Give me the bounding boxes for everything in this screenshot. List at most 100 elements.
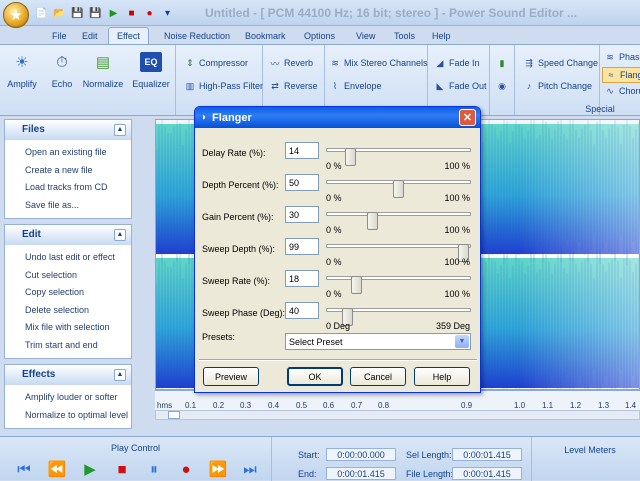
sweep-rate-input[interactable]: 18 — [285, 270, 319, 287]
gain-percent-slider[interactable] — [326, 212, 471, 230]
sidebar-item-trim[interactable]: Trim start and end — [25, 337, 131, 355]
ribbon-tabs: File Edit Effect Noise Reduction Bookmar… — [0, 26, 640, 44]
chevron-down-icon[interactable]: ▼ — [455, 335, 469, 348]
play-icon[interactable]: ▶ — [80, 459, 100, 479]
echo-icon: ⏱ — [56, 53, 68, 71]
compressor-icon: ⇕ — [186, 57, 194, 68]
noise-button[interactable]: ◉ — [496, 80, 508, 92]
envelope-button[interactable]: ⌇ Envelope — [329, 80, 382, 92]
fade-out-icon: ◣ — [436, 80, 444, 91]
pause-icon[interactable]: ⏸ — [144, 459, 164, 479]
ruler-tick: 1.4 — [625, 401, 637, 410]
preview-button[interactable]: Preview — [203, 367, 259, 386]
slider-thumb[interactable] — [350, 276, 362, 294]
tab-tools[interactable]: Tools — [386, 27, 423, 44]
sidebar-item-delete[interactable]: Delete selection — [25, 302, 131, 320]
range-min: 0 % — [326, 225, 342, 235]
ok-button[interactable]: OK — [287, 367, 343, 386]
close-icon[interactable]: ✕ — [459, 109, 476, 126]
collapse-icon[interactable]: ▲ — [114, 228, 126, 241]
sidebar-item-undo[interactable]: Undo last edit or effect — [25, 249, 131, 267]
sweep-rate-slider[interactable] — [326, 276, 471, 294]
sweep-depth-slider[interactable] — [326, 244, 471, 262]
save-icon[interactable]: 💾 — [70, 6, 85, 20]
normalize-button[interactable]: ▤ Normalize — [82, 49, 124, 89]
collapse-icon[interactable]: ▲ — [114, 123, 126, 136]
dialog-title-bar[interactable]: ◗ Flanger — [195, 107, 480, 128]
reverb-button[interactable]: 〰 Reverb — [269, 57, 313, 69]
sidebar-item-mix[interactable]: Mix file with selection — [25, 319, 131, 337]
presets-select[interactable]: Select Preset ▼ — [285, 333, 471, 350]
sidebar-item-save-as[interactable]: Save file as... — [25, 197, 131, 215]
insert-silence-button[interactable]: ▮ — [496, 57, 508, 69]
compressor-label: Compressor — [199, 58, 249, 68]
customize-toolbar-icon[interactable]: ▾ — [160, 6, 175, 20]
speed-change-button[interactable]: ⇶ Speed Change — [523, 57, 598, 69]
skip-end-icon[interactable]: ⏭ — [240, 459, 260, 479]
tab-noise-reduction[interactable]: Noise Reduction — [156, 27, 238, 44]
slider-thumb[interactable] — [393, 180, 404, 198]
sidebar-item-create-file[interactable]: Create a new file — [25, 162, 131, 180]
sweep-phase-slider[interactable] — [326, 308, 471, 326]
slider-thumb[interactable] — [345, 148, 357, 166]
cancel-button[interactable]: Cancel — [350, 367, 406, 386]
tab-edit[interactable]: Edit — [74, 27, 106, 44]
tab-effect[interactable]: Effect — [108, 27, 149, 44]
play-icon[interactable]: ▶ — [106, 6, 121, 20]
compressor-button[interactable]: ⇕ Compressor — [184, 57, 248, 69]
sidebar-item-normalize[interactable]: Normalize to optimal level — [25, 407, 131, 425]
files-panel-header[interactable]: Files ▲ — [5, 120, 131, 140]
sweep-phase-input[interactable]: 40 — [285, 302, 319, 319]
horizontal-scrollbar[interactable] — [155, 410, 640, 420]
effects-panel-header[interactable]: Effects ▲ — [5, 365, 131, 385]
depth-percent-slider[interactable] — [326, 180, 471, 198]
end-time-field: 0:00:01.415 — [326, 467, 396, 480]
tab-view[interactable]: View — [348, 27, 383, 44]
new-file-icon[interactable]: 📄 — [34, 6, 49, 20]
record-icon[interactable]: ● — [142, 6, 157, 20]
help-button[interactable]: Help — [414, 367, 470, 386]
mix-stereo-channels-button[interactable]: ≋ Mix Stereo Channels — [329, 57, 427, 69]
tab-file[interactable]: File — [44, 27, 75, 44]
sidebar-item-load-cd[interactable]: Load tracks from CD — [25, 179, 131, 197]
reverse-button[interactable]: ⇄ Reverse — [269, 80, 317, 92]
echo-button[interactable]: ⏱ Echo — [46, 49, 78, 90]
depth-percent-input[interactable]: 50 — [285, 174, 319, 191]
equalizer-button[interactable]: EQ Equalizer — [130, 49, 172, 89]
sidebar-item-amplify[interactable]: Amplify louder or softer — [25, 389, 131, 407]
scrollbar-thumb[interactable] — [168, 411, 180, 419]
slider-thumb[interactable] — [366, 212, 378, 230]
edit-panel-header[interactable]: Edit ▲ — [5, 225, 131, 245]
fast-forward-icon[interactable]: ⏩ — [208, 459, 228, 479]
fade-out-button[interactable]: ◣ Fade Out — [434, 80, 487, 92]
collapse-icon[interactable]: ▲ — [114, 368, 126, 381]
sidebar-item-copy[interactable]: Copy selection — [25, 284, 131, 302]
fade-in-label: Fade In — [449, 58, 480, 68]
flange-button[interactable]: ≈ Flange — [602, 67, 640, 83]
delay-rate-slider[interactable] — [326, 148, 471, 166]
pitch-change-label: Pitch Change — [538, 81, 593, 91]
rewind-icon[interactable]: ⏪ — [47, 459, 67, 479]
record-icon[interactable]: ● — [176, 459, 196, 479]
stop-icon[interactable]: ■ — [112, 459, 132, 479]
tab-bookmark[interactable]: Bookmark — [237, 27, 294, 44]
tab-help[interactable]: Help — [424, 27, 459, 44]
tab-options[interactable]: Options — [296, 27, 343, 44]
stop-icon[interactable]: ■ — [124, 6, 139, 20]
save-as-icon[interactable]: 💾 — [88, 6, 103, 20]
high-pass-filter-button[interactable]: ▥ High-Pass Filter — [184, 80, 263, 92]
open-folder-icon[interactable]: 📂 — [52, 6, 67, 20]
fade-in-button[interactable]: ◢ Fade In — [434, 57, 480, 69]
delay-rate-input[interactable]: 14 — [285, 142, 319, 159]
skip-start-icon[interactable]: ⏮ — [14, 459, 34, 479]
sidebar-item-cut[interactable]: Cut selection — [25, 267, 131, 285]
app-menu-button[interactable]: ★ — [3, 2, 29, 28]
phase-button[interactable]: ≋ Phase — [604, 51, 640, 63]
chorus-button[interactable]: ∿ Chorus — [604, 85, 640, 97]
gain-percent-input[interactable]: 30 — [285, 206, 319, 223]
sweep-depth-input[interactable]: 99 — [285, 238, 319, 255]
amplify-button[interactable]: ☀ Amplify — [4, 49, 40, 89]
sidebar-item-open-file[interactable]: Open an existing file — [25, 144, 131, 162]
pitch-change-button[interactable]: ♪ Pitch Change — [523, 80, 592, 92]
bottom-bar: Play Control ⏮ ⏪ ▶ ■ ⏸ ● ⏩ ⏭ Start: 0:00… — [0, 436, 640, 481]
